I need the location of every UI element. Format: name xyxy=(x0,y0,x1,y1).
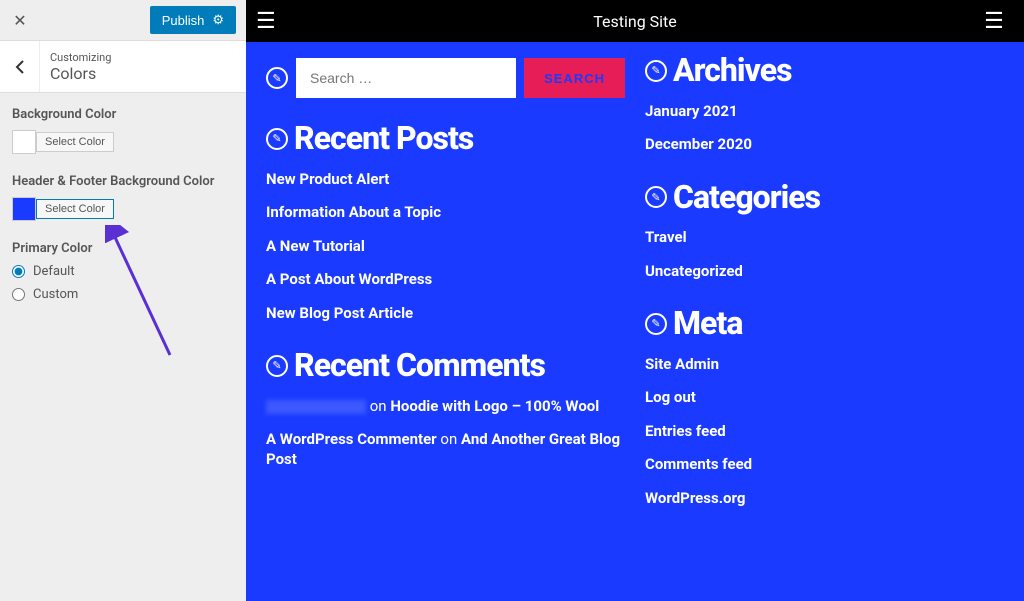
widget-meta: ✎ Meta Site Admin Log out Entries feed C… xyxy=(645,307,1004,508)
archives-title: Archives xyxy=(673,54,791,88)
close-icon[interactable]: ✕ xyxy=(10,10,30,30)
search-button[interactable]: SEARCH xyxy=(524,58,625,98)
comment-author[interactable]: A WordPress Commenter xyxy=(266,430,437,448)
breadcrumb: Customizing Colors xyxy=(0,41,246,93)
edit-icon[interactable]: ✎ xyxy=(266,67,288,89)
list-item[interactable]: Site Admin xyxy=(645,355,1004,375)
edit-icon[interactable]: ✎ xyxy=(645,60,667,82)
hf-color-label: Header & Footer Background Color xyxy=(12,174,234,189)
site-topbar: ☰ Testing Site ☰ xyxy=(246,0,1024,42)
radio-default[interactable]: Default xyxy=(12,264,234,279)
list-item[interactable]: Uncategorized xyxy=(645,262,1004,282)
customizer-sidebar: ✕ Publish ⚙ Customizing Colors Backgroun… xyxy=(0,0,246,601)
bg-color-label: Background Color xyxy=(12,107,234,122)
list-item[interactable]: New Blog Post Article xyxy=(266,304,625,324)
edit-icon[interactable]: ✎ xyxy=(645,313,667,335)
comment-on: on xyxy=(370,397,387,415)
publish-button[interactable]: Publish ⚙ xyxy=(150,6,236,34)
list-item[interactable]: Entries feed xyxy=(645,422,1004,442)
hf-color-swatch[interactable] xyxy=(12,197,36,221)
comment-on: on xyxy=(440,430,457,448)
radio-custom[interactable]: Custom xyxy=(12,287,234,302)
list-item[interactable]: A New Tutorial xyxy=(266,237,625,257)
breadcrumb-title: Colors xyxy=(50,64,111,83)
list-item[interactable]: Information About a Topic xyxy=(266,203,625,223)
recent-comments-title: Recent Comments xyxy=(294,349,545,383)
radio-default-label: Default xyxy=(33,264,75,279)
radio-custom-label: Custom xyxy=(33,287,78,302)
list-item[interactable]: on Hoodie with Logo – 100% Wool xyxy=(266,397,625,417)
list-item[interactable]: A Post About WordPress xyxy=(266,270,625,290)
edit-icon[interactable]: ✎ xyxy=(645,186,667,208)
site-title: Testing Site xyxy=(593,12,677,31)
list-item[interactable]: Comments feed xyxy=(645,455,1004,475)
list-item[interactable]: A WordPress Commenter on And Another Gre… xyxy=(266,430,625,469)
menu-icon[interactable]: ☰ xyxy=(256,9,276,34)
radio-custom-input[interactable] xyxy=(12,288,25,301)
recent-posts-title: Recent Posts xyxy=(294,122,473,156)
categories-title: Categories xyxy=(673,181,820,215)
list-item[interactable]: January 2021 xyxy=(645,102,1004,122)
bg-color-button[interactable]: Select Color xyxy=(36,132,114,152)
list-item[interactable]: New Product Alert xyxy=(266,170,625,190)
widget-recent-comments: ✎ Recent Comments on Hoodie with Logo – … xyxy=(266,349,625,469)
back-icon[interactable] xyxy=(0,41,40,92)
edit-icon[interactable]: ✎ xyxy=(266,355,288,377)
hf-color-button[interactable]: Select Color xyxy=(36,199,114,219)
primary-color-label: Primary Color xyxy=(12,241,234,256)
publish-label: Publish xyxy=(162,13,205,28)
meta-title: Meta xyxy=(673,307,742,341)
sidebar-header: ✕ Publish ⚙ xyxy=(0,0,246,41)
comment-link[interactable]: Hoodie with Logo – 100% Wool xyxy=(390,397,599,415)
search-input[interactable] xyxy=(296,58,516,98)
widget-recent-posts: ✎ Recent Posts New Product Alert Informa… xyxy=(266,122,625,323)
list-item[interactable]: December 2020 xyxy=(645,135,1004,155)
gear-icon[interactable]: ⚙ xyxy=(212,12,224,28)
breadcrumb-label: Customizing xyxy=(50,51,111,64)
menu-icon-right[interactable]: ☰ xyxy=(974,1,1014,41)
list-item[interactable]: Log out xyxy=(645,388,1004,408)
preview-pane: ☰ Testing Site ☰ ✎ SEARCH ✎ Recent Posts… xyxy=(246,0,1024,601)
blurred-author xyxy=(266,400,366,414)
widget-archives: ✎ Archives January 2021 December 2020 xyxy=(645,54,1004,155)
sidebar-body: Background Color Select Color Header & F… xyxy=(0,93,246,336)
radio-default-input[interactable] xyxy=(12,265,25,278)
list-item[interactable]: Travel xyxy=(645,228,1004,248)
bg-color-swatch[interactable] xyxy=(12,130,36,154)
widget-categories: ✎ Categories Travel Uncategorized xyxy=(645,181,1004,282)
edit-icon[interactable]: ✎ xyxy=(266,128,288,150)
list-item[interactable]: WordPress.org xyxy=(645,489,1004,509)
